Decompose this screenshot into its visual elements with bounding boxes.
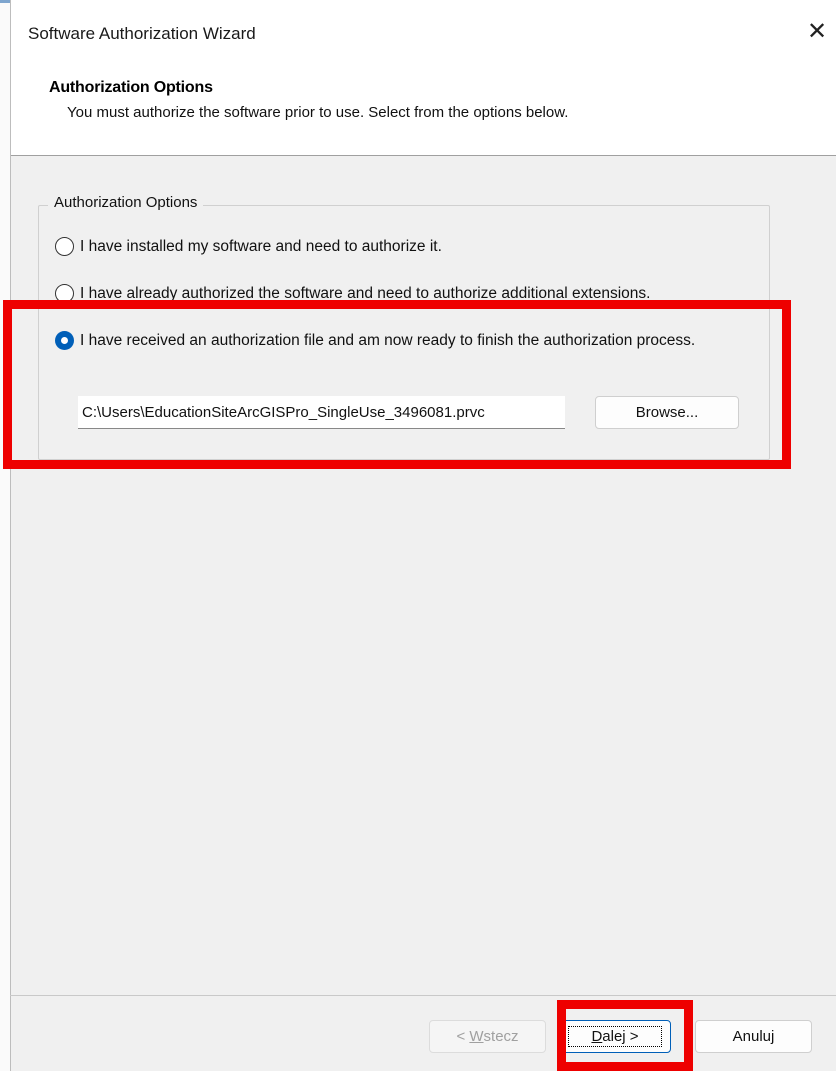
back-prefix: < [456,1028,470,1045]
option-label: I have received an authorization file an… [80,332,696,349]
page-title: Authorization Options [49,79,213,96]
authorization-file-path-input[interactable] [78,396,565,429]
cancel-button[interactable]: Anuluj [695,1020,812,1053]
radio-unchecked-icon[interactable] [55,284,74,303]
close-icon[interactable]: ✕ [797,12,836,52]
title-bar: Software Authorization Wizard ✕ [11,0,836,68]
browse-button[interactable]: Browse... [595,396,739,429]
back-label-rest: stecz [483,1028,519,1045]
background-window-mark [0,0,10,3]
window-title: Software Authorization Wizard [28,24,256,43]
radio-unchecked-icon[interactable] [55,237,74,256]
wizard-window: Software Authorization Wizard ✕ Authoriz… [10,0,836,1071]
footer-divider [10,995,836,996]
next-access-key: D [591,1028,603,1045]
next-label-rest: alej > [602,1028,639,1045]
option-label: I have already authorized the software a… [80,285,651,302]
back-button[interactable]: < Wstecz [429,1020,546,1053]
back-access-key: W [469,1028,484,1045]
wizard-header: Authorization Options You must authorize… [11,68,836,156]
group-label: Authorization Options [48,194,204,211]
background-window-strip [0,0,10,1071]
option-label: I have installed my software and need to… [80,238,442,255]
next-button[interactable]: Dalej > [559,1020,671,1053]
page-subtitle: You must authorize the software prior to… [67,104,569,121]
radio-checked-icon[interactable] [55,331,74,350]
